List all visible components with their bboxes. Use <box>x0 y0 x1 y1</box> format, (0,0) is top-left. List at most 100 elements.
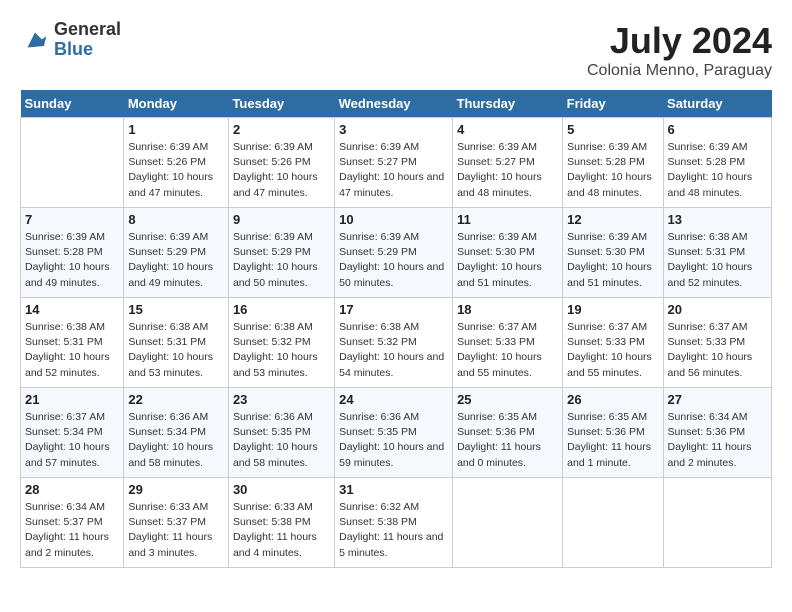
day-number: 3 <box>339 122 448 137</box>
calendar-week-row: 28 Sunrise: 6:34 AMSunset: 5:37 PMDayligh… <box>21 478 772 568</box>
calendar-cell: 23 Sunrise: 6:36 AMSunset: 5:35 PMDayligh… <box>228 388 334 478</box>
day-detail: Sunrise: 6:39 AMSunset: 5:28 PMDaylight:… <box>567 140 658 201</box>
day-number: 16 <box>233 302 330 317</box>
day-detail: Sunrise: 6:38 AMSunset: 5:31 PMDaylight:… <box>128 320 224 381</box>
day-number: 24 <box>339 392 448 407</box>
day-detail: Sunrise: 6:35 AMSunset: 5:36 PMDaylight:… <box>457 410 558 471</box>
day-number: 26 <box>567 392 658 407</box>
day-number: 8 <box>128 212 224 227</box>
day-number: 1 <box>128 122 224 137</box>
calendar-cell: 2 Sunrise: 6:39 AMSunset: 5:26 PMDaylight… <box>228 118 334 208</box>
day-number: 20 <box>668 302 767 317</box>
calendar-week-row: 1 Sunrise: 6:39 AMSunset: 5:26 PMDaylight… <box>21 118 772 208</box>
calendar-cell <box>453 478 563 568</box>
calendar-cell: 22 Sunrise: 6:36 AMSunset: 5:34 PMDayligh… <box>124 388 229 478</box>
day-number: 30 <box>233 482 330 497</box>
column-header-thursday: Thursday <box>453 90 563 118</box>
column-header-sunday: Sunday <box>21 90 124 118</box>
calendar-cell: 29 Sunrise: 6:33 AMSunset: 5:37 PMDayligh… <box>124 478 229 568</box>
calendar-cell: 24 Sunrise: 6:36 AMSunset: 5:35 PMDayligh… <box>335 388 453 478</box>
day-detail: Sunrise: 6:37 AMSunset: 5:33 PMDaylight:… <box>668 320 767 381</box>
day-number: 21 <box>25 392 119 407</box>
calendar-header-row: SundayMondayTuesdayWednesdayThursdayFrid… <box>21 90 772 118</box>
day-detail: Sunrise: 6:39 AMSunset: 5:26 PMDaylight:… <box>233 140 330 201</box>
day-number: 27 <box>668 392 767 407</box>
day-detail: Sunrise: 6:39 AMSunset: 5:30 PMDaylight:… <box>457 230 558 291</box>
day-detail: Sunrise: 6:36 AMSunset: 5:35 PMDaylight:… <box>339 410 448 471</box>
column-header-saturday: Saturday <box>663 90 771 118</box>
day-detail: Sunrise: 6:39 AMSunset: 5:29 PMDaylight:… <box>233 230 330 291</box>
day-number: 12 <box>567 212 658 227</box>
day-number: 19 <box>567 302 658 317</box>
column-header-monday: Monday <box>124 90 229 118</box>
logo-text: General Blue <box>54 20 121 60</box>
day-number: 11 <box>457 212 558 227</box>
logo-line2: Blue <box>54 40 121 60</box>
calendar-cell: 18Sunrise: 6:37 AMSunset: 5:33 PMDayligh… <box>453 298 563 388</box>
day-number: 14 <box>25 302 119 317</box>
calendar-cell: 20 Sunrise: 6:37 AMSunset: 5:33 PMDayligh… <box>663 298 771 388</box>
day-detail: Sunrise: 6:39 AMSunset: 5:29 PMDaylight:… <box>128 230 224 291</box>
day-number: 2 <box>233 122 330 137</box>
day-detail: Sunrise: 6:39 AMSunset: 5:30 PMDaylight:… <box>567 230 658 291</box>
calendar-week-row: 21Sunrise: 6:37 AMSunset: 5:34 PMDayligh… <box>21 388 772 478</box>
calendar-cell: 27 Sunrise: 6:34 AMSunset: 5:36 PMDayligh… <box>663 388 771 478</box>
calendar-week-row: 7Sunrise: 6:39 AMSunset: 5:28 PMDaylight… <box>21 208 772 298</box>
calendar-cell: 14 Sunrise: 6:38 AMSunset: 5:31 PMDayligh… <box>21 298 124 388</box>
calendar-cell: 21Sunrise: 6:37 AMSunset: 5:34 PMDayligh… <box>21 388 124 478</box>
calendar-cell: 12 Sunrise: 6:39 AMSunset: 5:30 PMDayligh… <box>563 208 663 298</box>
day-detail: Sunrise: 6:39 AMSunset: 5:29 PMDaylight:… <box>339 230 448 291</box>
calendar-cell: 26Sunrise: 6:35 AMSunset: 5:36 PMDayligh… <box>563 388 663 478</box>
day-detail: Sunrise: 6:39 AMSunset: 5:27 PMDaylight:… <box>339 140 448 201</box>
day-number: 31 <box>339 482 448 497</box>
day-detail: Sunrise: 6:34 AMSunset: 5:37 PMDaylight:… <box>25 500 119 561</box>
column-header-wednesday: Wednesday <box>335 90 453 118</box>
calendar-cell: 1 Sunrise: 6:39 AMSunset: 5:26 PMDaylight… <box>124 118 229 208</box>
day-detail: Sunrise: 6:36 AMSunset: 5:35 PMDaylight:… <box>233 410 330 471</box>
day-detail: Sunrise: 6:39 AMSunset: 5:26 PMDaylight:… <box>128 140 224 201</box>
column-header-tuesday: Tuesday <box>228 90 334 118</box>
calendar-cell: 30 Sunrise: 6:33 AMSunset: 5:38 PMDayligh… <box>228 478 334 568</box>
day-detail: Sunrise: 6:39 AMSunset: 5:28 PMDaylight:… <box>668 140 767 201</box>
calendar-cell <box>563 478 663 568</box>
calendar-cell: 15 Sunrise: 6:38 AMSunset: 5:31 PMDayligh… <box>124 298 229 388</box>
calendar-cell: 7Sunrise: 6:39 AMSunset: 5:28 PMDaylight… <box>21 208 124 298</box>
day-detail: Sunrise: 6:33 AMSunset: 5:38 PMDaylight:… <box>233 500 330 561</box>
day-detail: Sunrise: 6:39 AMSunset: 5:27 PMDaylight:… <box>457 140 558 201</box>
calendar-cell: 10 Sunrise: 6:39 AMSunset: 5:29 PMDayligh… <box>335 208 453 298</box>
day-number: 15 <box>128 302 224 317</box>
day-number: 22 <box>128 392 224 407</box>
calendar-cell: 4Sunrise: 6:39 AMSunset: 5:27 PMDaylight… <box>453 118 563 208</box>
calendar-cell <box>21 118 124 208</box>
logo-line1: General <box>54 20 121 40</box>
logo: General Blue <box>20 20 121 60</box>
day-number: 5 <box>567 122 658 137</box>
calendar-cell: 25Sunrise: 6:35 AMSunset: 5:36 PMDayligh… <box>453 388 563 478</box>
main-title: July 2024 <box>587 20 772 62</box>
subtitle: Colonia Menno, Paraguay <box>587 62 772 80</box>
day-number: 29 <box>128 482 224 497</box>
logo-icon <box>20 25 50 55</box>
calendar-cell <box>663 478 771 568</box>
calendar-cell: 8 Sunrise: 6:39 AMSunset: 5:29 PMDaylight… <box>124 208 229 298</box>
day-number: 17 <box>339 302 448 317</box>
day-detail: Sunrise: 6:32 AMSunset: 5:38 PMDaylight:… <box>339 500 448 561</box>
calendar-week-row: 14 Sunrise: 6:38 AMSunset: 5:31 PMDayligh… <box>21 298 772 388</box>
day-number: 28 <box>25 482 119 497</box>
calendar-cell: 6Sunrise: 6:39 AMSunset: 5:28 PMDaylight… <box>663 118 771 208</box>
day-number: 23 <box>233 392 330 407</box>
title-block: July 2024 Colonia Menno, Paraguay <box>587 20 772 80</box>
calendar-cell: 3 Sunrise: 6:39 AMSunset: 5:27 PMDaylight… <box>335 118 453 208</box>
page-header: General Blue July 2024 Colonia Menno, Pa… <box>20 20 772 80</box>
day-detail: Sunrise: 6:38 AMSunset: 5:31 PMDaylight:… <box>25 320 119 381</box>
calendar-cell: 9 Sunrise: 6:39 AMSunset: 5:29 PMDaylight… <box>228 208 334 298</box>
day-detail: Sunrise: 6:37 AMSunset: 5:33 PMDaylight:… <box>457 320 558 381</box>
column-header-friday: Friday <box>563 90 663 118</box>
day-detail: Sunrise: 6:34 AMSunset: 5:36 PMDaylight:… <box>668 410 767 471</box>
day-number: 10 <box>339 212 448 227</box>
day-detail: Sunrise: 6:36 AMSunset: 5:34 PMDaylight:… <box>128 410 224 471</box>
day-number: 9 <box>233 212 330 227</box>
day-detail: Sunrise: 6:33 AMSunset: 5:37 PMDaylight:… <box>128 500 224 561</box>
calendar-cell: 31 Sunrise: 6:32 AMSunset: 5:38 PMDayligh… <box>335 478 453 568</box>
day-detail: Sunrise: 6:39 AMSunset: 5:28 PMDaylight:… <box>25 230 119 291</box>
